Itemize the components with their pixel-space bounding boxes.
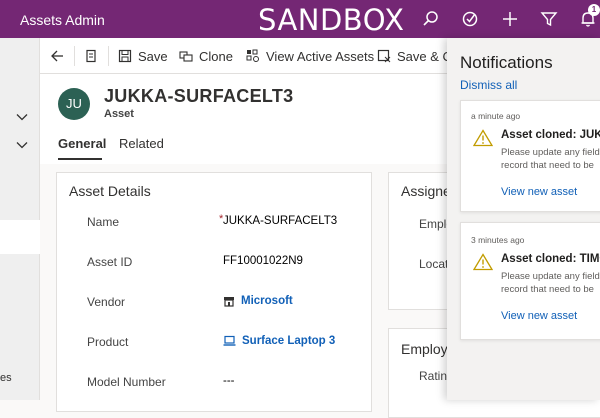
dismiss-all-link[interactable]: Dismiss all [460, 78, 517, 92]
name-field[interactable]: JUKKA-SURFACELT3 [223, 215, 337, 227]
view-active-label: View Active Assets [266, 48, 375, 64]
field-row-asset-id: Asset ID FF10001022N9 [57, 243, 347, 283]
field-label: Name [87, 215, 120, 229]
notification-time: 3 minutes ago [471, 235, 525, 245]
notification-body: record that need to be [501, 160, 594, 171]
form-icon [86, 49, 96, 63]
view-new-asset-link[interactable]: View new asset [501, 186, 577, 198]
tab-general[interactable]: General [58, 136, 106, 151]
notifications-title: Notifications [460, 53, 553, 72]
field-row-name: Name * JUKKA-SURFACELT3 [57, 203, 347, 243]
view-active-assets-button[interactable]: View Active Assets [246, 38, 374, 74]
clone-label: Clone [199, 48, 233, 64]
app-title[interactable]: Assets Admin [20, 12, 105, 28]
tab-related[interactable]: Related [119, 136, 164, 151]
view-new-asset-link[interactable]: View new asset [501, 310, 577, 322]
asset-id-field[interactable]: FF10001022N9 [223, 255, 303, 267]
selected-nav-item[interactable] [0, 220, 40, 254]
notification-heading: Asset cloned: TIMO [501, 253, 600, 265]
field-label: Asset ID [87, 255, 133, 269]
record-title: JUKKA-SURFACELT3 [104, 86, 294, 106]
divider [108, 46, 109, 66]
avatar: JU [58, 88, 90, 120]
top-bar: Assets Admin SANDBOX 1 [0, 0, 600, 38]
notification-count-badge: 1 [588, 4, 600, 16]
section-title: Assigne [401, 183, 451, 199]
section-title: Asset Details [69, 183, 151, 199]
record-type: Asset [104, 108, 134, 120]
back-arrow-icon [51, 50, 63, 62]
warning-icon [472, 129, 494, 147]
laptop-icon [223, 335, 236, 346]
product-value: Surface Laptop 3 [242, 335, 336, 347]
notifications-panel: Notifications Dismiss all a minute ago A… [447, 38, 600, 400]
save-button[interactable]: Save [118, 38, 168, 74]
asset-details-card: Asset Details Name * JUKKA-SURFACELT3 As… [56, 172, 372, 412]
notification-card[interactable]: a minute ago Asset cloned: JUKKA Please … [460, 100, 600, 212]
store-icon [224, 297, 234, 307]
notification-time: a minute ago [471, 111, 521, 121]
filter-icon[interactable] [539, 9, 559, 29]
field-row-product: Product Surface Laptop 3 [57, 323, 347, 363]
chevron-down-icon[interactable] [16, 138, 28, 150]
plus-icon[interactable] [500, 9, 520, 29]
save-close-icon [377, 49, 391, 63]
notification-card[interactable]: 3 minutes ago Asset cloned: TIMO Please … [460, 222, 600, 340]
model-number-field[interactable]: --- [223, 375, 235, 387]
search-icon[interactable] [421, 9, 441, 29]
notification-heading: Asset cloned: JUKKA [501, 129, 600, 141]
left-navigation [0, 38, 40, 400]
vendor-value: Microsoft [241, 295, 293, 307]
save-label: Save [138, 48, 168, 64]
save-and-close-button[interactable]: Save & Cl [377, 38, 455, 74]
field-label: Vendor [87, 295, 126, 309]
vendor-lookup-link[interactable]: Microsoft [223, 295, 293, 307]
nav-item-label[interactable]: es [0, 372, 12, 384]
task-icon[interactable] [460, 9, 480, 29]
notification-body: Please update any field [501, 147, 600, 158]
notification-body: record that need to be [501, 284, 594, 295]
divider [74, 46, 75, 66]
environment-label: SANDBOX [258, 3, 405, 37]
active-tab-indicator [58, 158, 102, 160]
field-label: Model Number [87, 375, 166, 389]
view-icon [246, 49, 259, 62]
notification-body: Please update any field [501, 271, 600, 282]
back-button[interactable] [50, 38, 70, 74]
clone-icon [179, 51, 193, 62]
clone-button[interactable]: Clone [179, 38, 233, 74]
product-lookup-link[interactable]: Surface Laptop 3 [223, 335, 335, 347]
form-selector-button[interactable] [84, 38, 104, 74]
chevron-down-icon[interactable] [16, 110, 28, 122]
field-row-vendor: Vendor Microsoft [57, 283, 347, 323]
field-label: Product [87, 335, 129, 349]
field-row-model-number: Model Number --- [57, 363, 347, 403]
warning-icon [472, 253, 494, 271]
save-icon [118, 49, 132, 63]
